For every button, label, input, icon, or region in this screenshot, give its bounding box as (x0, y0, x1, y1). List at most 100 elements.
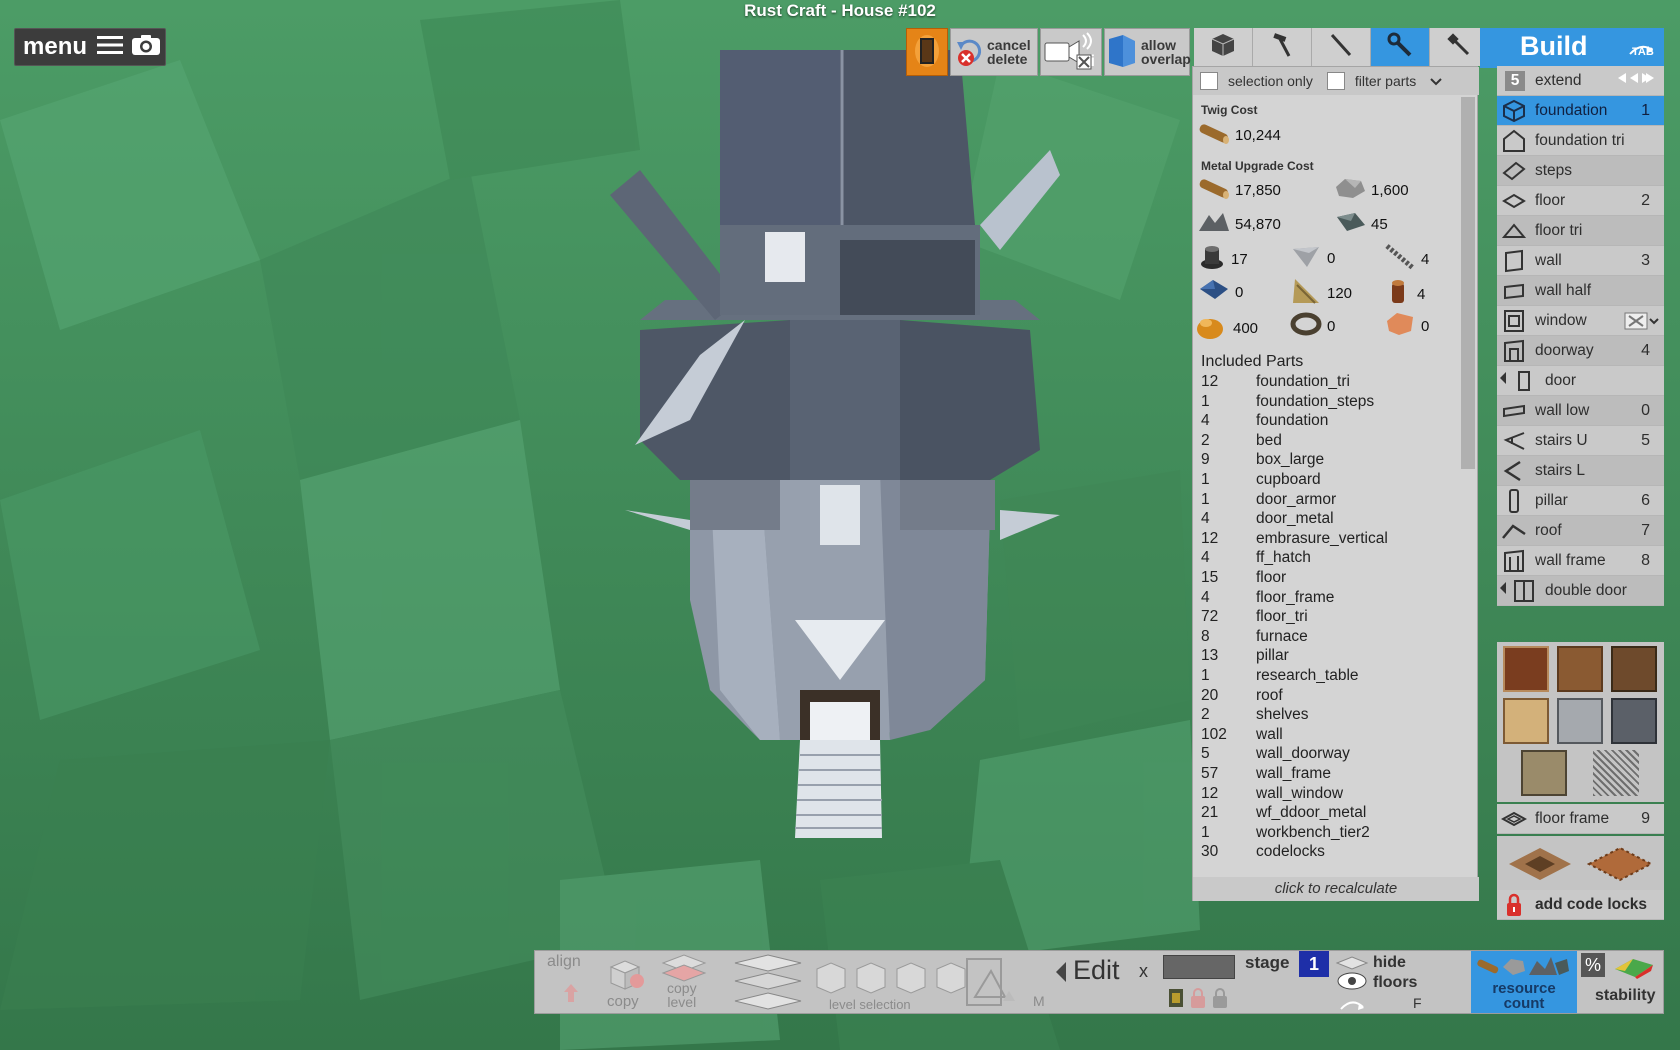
build-item-window[interactable]: window (1497, 306, 1664, 336)
build-item-label: floor (1535, 191, 1566, 209)
add-code-locks-button[interactable]: add code locks (1497, 890, 1664, 920)
level-stack-icon[interactable] (731, 953, 805, 1018)
edit-close-button[interactable]: x (1139, 961, 1148, 982)
hammer-icon (1269, 32, 1295, 63)
build-item-doorway[interactable]: doorway 4 (1497, 336, 1664, 366)
build-item-door[interactable]: door (1497, 366, 1664, 396)
build-item-hotkey: 8 (1641, 551, 1650, 569)
camera-toggle-button[interactable]: i (1040, 28, 1102, 76)
part-qty: 4 (1201, 412, 1210, 430)
part-qty: 12 (1201, 373, 1219, 390)
part-qty: 4 (1201, 510, 1210, 528)
cost-value: 0 (1327, 249, 1336, 267)
build-item-floor-tri[interactable]: floor tri (1497, 216, 1664, 246)
align-button[interactable]: align (547, 953, 581, 971)
twig-wood-cost: 10,244 (1197, 120, 1281, 150)
build-item-foundation[interactable]: foundation 1 (1497, 96, 1664, 126)
build-item-stairs-l[interactable]: stairs L (1497, 456, 1664, 486)
thumb-prison-door[interactable] (1557, 698, 1603, 744)
resource-count-label: resource count (1471, 981, 1577, 1011)
thumb-floor-grill[interactable] (1586, 844, 1654, 889)
window-variant-dropdown[interactable] (1624, 312, 1660, 330)
leather-icon (1383, 311, 1421, 341)
build-item-label: door (1545, 371, 1577, 389)
build-item-wall-frame[interactable]: wall frame 8 (1497, 546, 1664, 576)
resource-count-button[interactable]: resource count (1471, 951, 1577, 1013)
recalculate-button[interactable]: click to recalculate (1193, 877, 1479, 901)
camera-screenshot-icon[interactable] (131, 34, 161, 61)
knife-icon (1328, 32, 1354, 63)
tab-blocks[interactable] (1194, 28, 1253, 66)
part-qty: 2 (1201, 706, 1210, 724)
tab-knife[interactable] (1312, 28, 1371, 66)
part-name: foundation_steps (1256, 392, 1375, 410)
build-item-wall-low[interactable]: wall low 0 (1497, 396, 1664, 426)
build-item-hotkey: 9 (1641, 809, 1650, 827)
door-thumbnail-grid (1497, 642, 1664, 802)
copy-button[interactable]: copy (607, 993, 639, 1010)
level-selection-icons[interactable] (813, 957, 973, 1000)
cost-panel-scrollbar[interactable] (1461, 97, 1475, 469)
build-item-roof[interactable]: roof 7 (1497, 516, 1664, 546)
thumb-garage-door[interactable] (1611, 698, 1657, 744)
armor-door-button[interactable] (906, 28, 948, 76)
thumb-shop-front[interactable] (1503, 698, 1549, 744)
build-item-wall-half[interactable]: wall half (1497, 276, 1664, 306)
paint-bucket-icon[interactable] (1167, 985, 1185, 1014)
thumb-shutter[interactable] (1521, 750, 1567, 796)
lock-icon-red[interactable] (1189, 987, 1207, 1014)
build-item-hotkey: 4 (1641, 341, 1650, 359)
edit-prev-icon[interactable] (1055, 961, 1067, 988)
tab-wrench[interactable] (1371, 28, 1430, 66)
build-item-double-door[interactable]: double door (1497, 576, 1664, 606)
lock-icon-grey[interactable] (1211, 987, 1229, 1014)
build-item-label: pillar (1535, 491, 1568, 509)
allow-overlap-button[interactable]: allow overlap (1104, 28, 1191, 76)
expand-left-icon[interactable] (1499, 581, 1507, 600)
cancel-delete-button[interactable]: cancel delete (950, 28, 1038, 76)
align-up-icon (563, 983, 579, 1008)
copy-level-button[interactable]: copy level (667, 981, 697, 1009)
tab-hint-label: TAB (1632, 46, 1654, 58)
hide-floors-line2: floors (1373, 974, 1418, 991)
lantern-icon (1383, 277, 1417, 311)
build-item-steps[interactable]: steps (1497, 156, 1664, 186)
selection-only-checkbox[interactable] (1200, 72, 1218, 90)
thumb-armored-door[interactable] (1503, 646, 1549, 692)
filter-parts-checkbox[interactable] (1326, 72, 1345, 90)
build-item-floor[interactable]: floor 2 (1497, 186, 1664, 216)
thumb-wooden-double-door[interactable] (1557, 646, 1603, 692)
build-item-foundation-tri[interactable]: foundation tri (1497, 126, 1664, 156)
thumb-floor-hatch[interactable] (1507, 844, 1573, 889)
thumb-netting[interactable] (1593, 750, 1639, 796)
build-item-wall[interactable]: wall 3 (1497, 246, 1664, 276)
lowgrade-fuel-icon (1195, 311, 1233, 345)
hide-floors-button[interactable]: hide floors (1373, 953, 1417, 993)
stage-value-badge[interactable]: 1 (1299, 951, 1329, 977)
part-row: 12 foundation_tri (1201, 372, 1350, 392)
menu-button[interactable]: menu (14, 28, 166, 66)
extend-row[interactable]: 5 extend (1497, 66, 1664, 96)
tab-hammer[interactable] (1253, 28, 1312, 66)
high-quality-metal-icon (1333, 209, 1371, 239)
build-item-floor-frame[interactable]: floor frame 9 (1497, 804, 1664, 834)
cost-sheet-metal: 0 (1289, 243, 1335, 273)
build-item-label: doorway (1535, 341, 1594, 359)
part-name: ff_hatch (1256, 549, 1311, 567)
cost-value: 1,600 (1371, 181, 1409, 199)
edit-name-field[interactable] (1163, 955, 1235, 979)
thumb-barred-door[interactable] (1611, 646, 1657, 692)
build-item-hotkey: 6 (1641, 491, 1650, 509)
bottom-toolbar: align copy copy level level selection M … (534, 950, 1664, 1014)
build-item-stairs-u[interactable]: stairs U 5 (1497, 426, 1664, 456)
expand-left-icon[interactable] (1499, 371, 1507, 390)
chevron-down-icon[interactable] (1430, 73, 1443, 89)
edit-label[interactable]: Edit (1073, 955, 1120, 986)
part-qty: 12 (1201, 784, 1219, 802)
measure-tool-icon[interactable] (965, 957, 1019, 1012)
part-qty: 20 (1201, 686, 1219, 704)
build-item-label: steps (1535, 161, 1573, 179)
stability-button[interactable]: stability (1595, 987, 1655, 1005)
build-item-pillar[interactable]: pillar 6 (1497, 486, 1664, 516)
part-name: wall_doorway (1256, 745, 1350, 763)
